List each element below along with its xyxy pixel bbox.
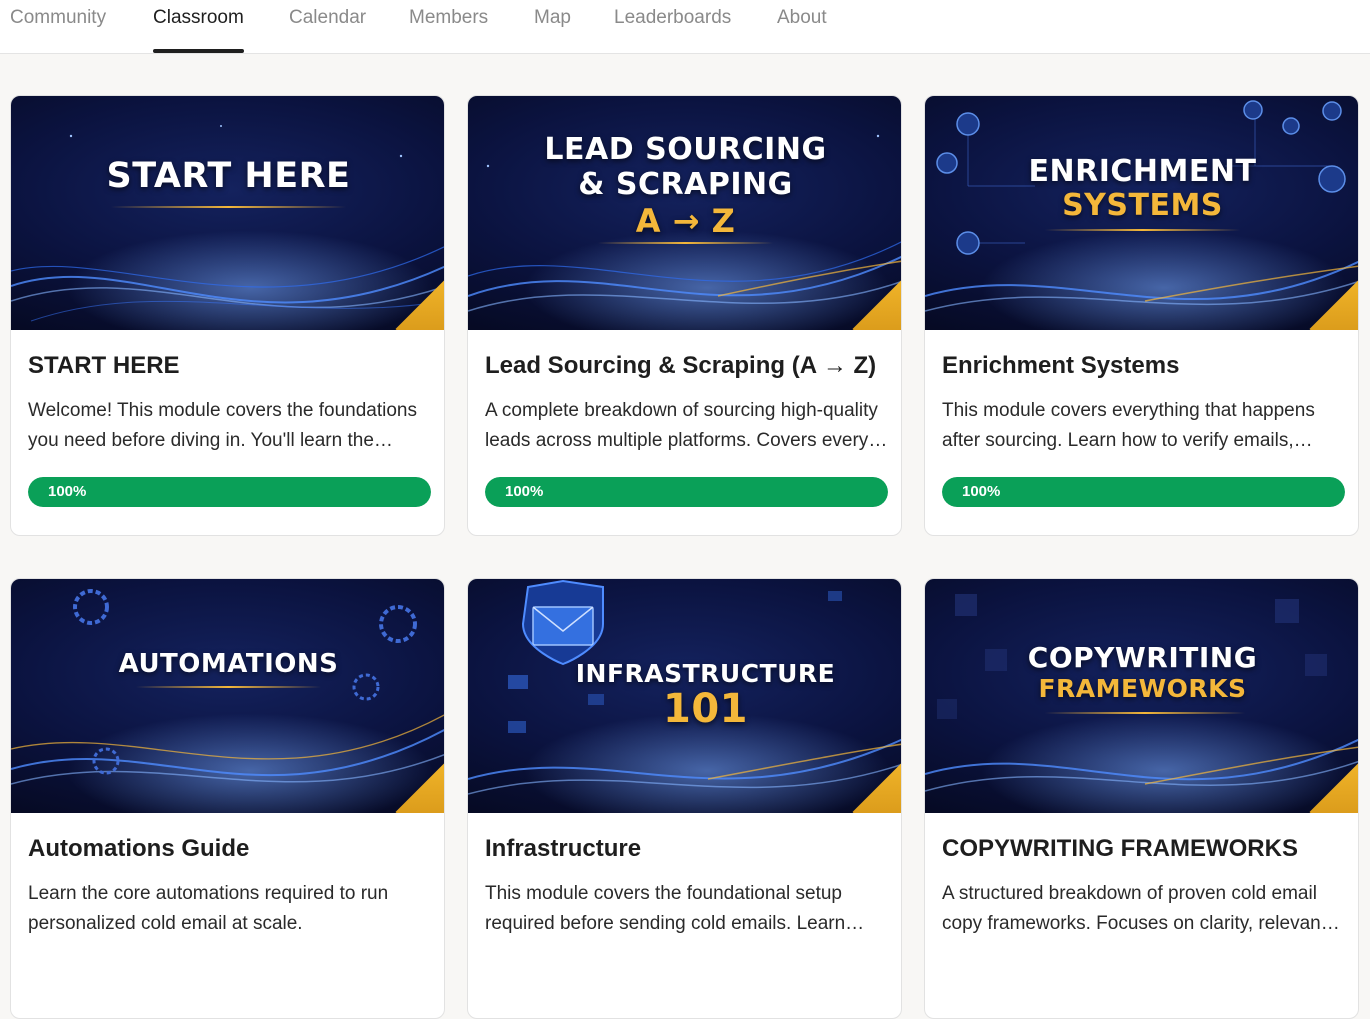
banner-underline xyxy=(598,242,773,244)
course-card-infrastructure[interactable]: INFRASTRUCTURE 101 Infrastructure This m… xyxy=(467,578,902,1019)
course-banner: AUTOMATIONS xyxy=(11,579,444,813)
banner-title-line2: 101 xyxy=(663,686,748,732)
course-card-enrichment[interactable]: ENRICHMENT SYSTEMS Enrichment Systems Th… xyxy=(924,95,1359,536)
top-nav: Community Classroom Calendar Members Map… xyxy=(0,0,1370,54)
tab-community[interactable]: Community xyxy=(10,0,106,53)
banner-title: AUTOMATIONS xyxy=(118,649,339,679)
sticky-note-icon xyxy=(955,594,977,616)
progress-fill xyxy=(942,477,1345,507)
tab-leaderboards[interactable]: Leaderboards xyxy=(614,0,731,53)
sticky-note-icon xyxy=(1275,599,1299,623)
course-description: A complete breakdown of sourcing high-qu… xyxy=(485,400,878,451)
tab-map[interactable]: Map xyxy=(534,0,571,53)
banner-title-line2: FRAMEWORKS xyxy=(1038,674,1247,703)
course-card-start-here[interactable]: START HERE START HERE Welcome! This modu… xyxy=(10,95,445,536)
arrow-right-icon: → xyxy=(672,202,700,240)
banner-title-line2: SYSTEMS xyxy=(1062,188,1223,223)
user-icon xyxy=(1282,117,1300,135)
banner-letter-z: Z xyxy=(711,202,736,240)
course-description: This module covers the foundational setu… xyxy=(485,883,846,934)
progress-bar: 100% xyxy=(485,477,888,507)
course-card-copywriting[interactable]: COPYWRITING FRAMEWORKS COPYWRITING FRAME… xyxy=(924,578,1359,1019)
banner-title-line3: A → Z xyxy=(468,202,901,240)
banner-underline xyxy=(136,686,321,688)
banner-underline xyxy=(1045,712,1245,714)
progress-bar: 100% xyxy=(942,477,1345,507)
banner-letter-a: A xyxy=(635,202,661,240)
banner-title-line2: & SCRAPING xyxy=(578,167,793,202)
course-description: This module covers everything that happe… xyxy=(942,400,1315,451)
mail-icon xyxy=(1243,100,1263,120)
course-description: Welcome! This module covers the foundati… xyxy=(28,400,417,451)
banner-title-line1: ENRICHMENT xyxy=(1028,154,1257,189)
course-banner: START HERE xyxy=(11,96,444,330)
tab-about[interactable]: About xyxy=(777,0,827,53)
tab-members[interactable]: Members xyxy=(409,0,488,53)
course-banner: COPYWRITING FRAMEWORKS xyxy=(925,579,1358,813)
progress-label: 100% xyxy=(48,483,87,500)
envelope-icon xyxy=(828,591,842,601)
banner-underline xyxy=(111,206,346,208)
progress-bar: 100% xyxy=(28,477,431,507)
course-banner: INFRASTRUCTURE 101 xyxy=(468,579,901,813)
banner-title-line1: INFRASTRUCTURE xyxy=(575,659,836,688)
tab-calendar[interactable]: Calendar xyxy=(289,0,366,53)
course-card-lead-sourcing[interactable]: LEAD SOURCING & SCRAPING A → Z Lead Sour… xyxy=(467,95,902,536)
banner-gear-graphic xyxy=(11,589,444,785)
banner-title-line1: LEAD SOURCING xyxy=(544,132,827,167)
gear-icon xyxy=(73,589,109,625)
course-title: Infrastructure xyxy=(485,835,642,862)
course-title: Enrichment Systems xyxy=(942,352,1180,379)
course-title: COPYWRITING FRAMEWORKS xyxy=(942,835,1298,862)
progress-label: 100% xyxy=(962,483,1001,500)
course-title: START HERE xyxy=(28,352,180,379)
course-card-automations[interactable]: AUTOMATIONS Automations Guide Learn the … xyxy=(10,578,445,1019)
progress-fill xyxy=(28,477,431,507)
gear-icon xyxy=(379,605,417,643)
envelope-icon xyxy=(532,606,594,646)
location-pin-icon xyxy=(1322,101,1342,121)
banner-wave-graphic xyxy=(11,125,444,322)
banner-underline xyxy=(1045,229,1240,231)
course-description: Learn the core automations required to r… xyxy=(28,883,389,934)
course-banner: ENRICHMENT SYSTEMS xyxy=(925,96,1358,330)
user-icon xyxy=(956,112,980,136)
tab-classroom[interactable]: Classroom xyxy=(153,0,244,53)
progress-label: 100% xyxy=(505,483,544,500)
user-icon xyxy=(956,231,980,255)
course-description: A structured breakdown of proven cold em… xyxy=(942,883,1341,934)
course-banner: LEAD SOURCING & SCRAPING A → Z xyxy=(468,96,901,330)
course-title: Automations Guide xyxy=(28,835,250,862)
progress-fill xyxy=(485,477,888,507)
course-title: Lead Sourcing & Scraping (A → Z) xyxy=(485,352,877,379)
banner-title-line1: COPYWRITING xyxy=(1027,641,1258,674)
banner-title: START HERE xyxy=(106,156,351,196)
